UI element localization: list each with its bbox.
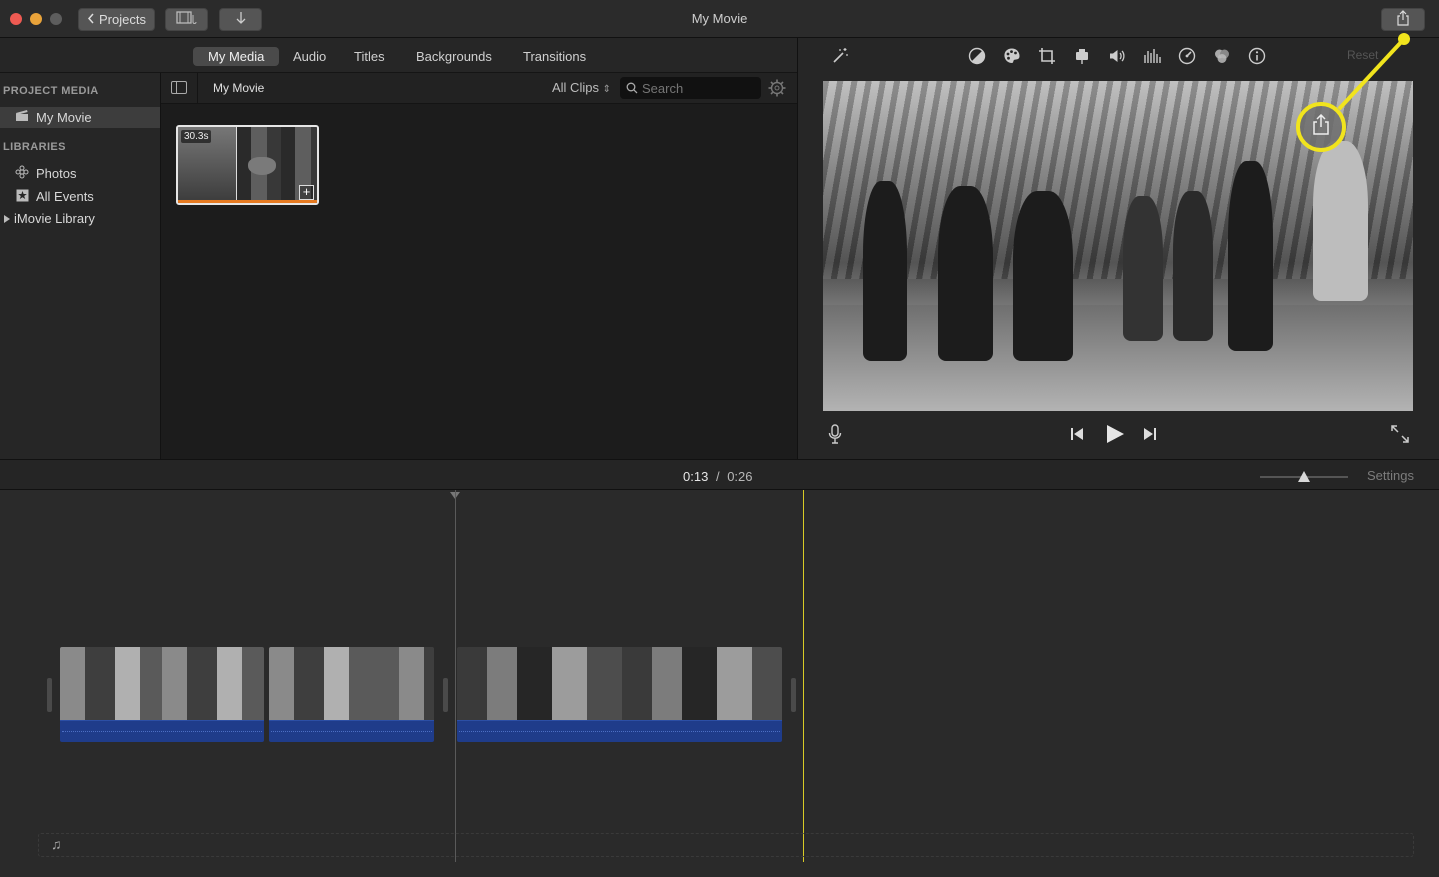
share-button[interactable] bbox=[1381, 8, 1425, 31]
clip-frames bbox=[457, 647, 782, 720]
skip-forward-icon[interactable] bbox=[1143, 427, 1157, 446]
music-note-icon: ♫ bbox=[51, 836, 62, 852]
tab-my-media[interactable]: My Media bbox=[193, 47, 280, 66]
search-field[interactable] bbox=[620, 77, 761, 99]
color-correction-icon[interactable] bbox=[1003, 47, 1021, 65]
clip-trim-handle[interactable] bbox=[47, 678, 52, 712]
search-input[interactable] bbox=[642, 80, 752, 96]
sidebar-item-label: All Events bbox=[36, 189, 94, 204]
clip-filter-dropdown[interactable]: All Clips ⇕ bbox=[552, 80, 611, 95]
video-frame-court bbox=[823, 305, 1413, 411]
clip-filter-label: All Clips bbox=[552, 80, 599, 95]
window-title: My Movie bbox=[691, 11, 748, 26]
library-toolbar: My Movie All Clips ⇕ bbox=[161, 73, 797, 104]
video-figure bbox=[863, 181, 907, 361]
current-time: 0:13 bbox=[683, 469, 709, 484]
clip-audio-waveform bbox=[457, 720, 782, 742]
video-figure bbox=[1013, 191, 1073, 361]
video-figure bbox=[938, 186, 993, 361]
reset-button[interactable]: Reset bbox=[1347, 48, 1378, 62]
tab-audio[interactable]: Audio bbox=[278, 47, 341, 66]
clip-trim-handle[interactable] bbox=[443, 678, 448, 712]
timecode-separator: / bbox=[715, 469, 720, 484]
timecode: 0:13 / 0:26 bbox=[683, 469, 753, 484]
add-to-movie-button[interactable]: + bbox=[299, 185, 314, 200]
star-box-icon bbox=[14, 189, 30, 205]
adjustment-toolbar: Reset bbox=[798, 38, 1439, 73]
clip-audio-waveform bbox=[269, 720, 434, 742]
timeline-clip[interactable] bbox=[269, 647, 434, 742]
gear-icon[interactable] bbox=[768, 79, 786, 97]
clapper-icon bbox=[14, 110, 30, 125]
tab-transitions[interactable]: Transitions bbox=[508, 47, 601, 66]
media-browser-area: 30.3s + bbox=[161, 104, 797, 459]
clip-duration-badge: 30.3s bbox=[181, 130, 212, 143]
clip-trim-handle[interactable] bbox=[791, 678, 796, 712]
timeline-settings-button[interactable]: Settings bbox=[1367, 468, 1414, 483]
sidebar-item-label: Photos bbox=[36, 166, 77, 181]
search-icon bbox=[626, 82, 638, 94]
photos-flower-icon bbox=[14, 165, 30, 182]
timeline-clip[interactable] bbox=[60, 647, 264, 742]
microphone-icon[interactable] bbox=[828, 424, 842, 449]
stabilization-icon[interactable] bbox=[1073, 47, 1091, 65]
video-figure bbox=[1123, 196, 1163, 341]
clip-frames bbox=[60, 647, 264, 720]
timeline-header: 0:13 / 0:26 Settings bbox=[0, 459, 1439, 490]
updown-chevron-icon: ⇕ bbox=[602, 84, 611, 95]
clip-frames bbox=[269, 647, 434, 720]
noise-reduction-icon[interactable] bbox=[1143, 47, 1161, 65]
disclosure-triangle-icon[interactable] bbox=[4, 211, 10, 226]
sidebar-item-label: My Movie bbox=[36, 110, 92, 125]
background-music-well[interactable]: ♫ bbox=[38, 833, 1414, 857]
tab-titles[interactable]: Titles bbox=[339, 47, 400, 66]
timeline-clip[interactable] bbox=[457, 647, 782, 742]
share-highlight-ring[interactable] bbox=[1296, 102, 1346, 152]
video-figure bbox=[1313, 141, 1368, 301]
video-figure bbox=[1173, 191, 1213, 341]
skimmer-line bbox=[455, 490, 456, 862]
libraries-heading: LIBRARIES bbox=[3, 141, 66, 153]
color-balance-icon[interactable] bbox=[968, 47, 986, 65]
tab-backgrounds[interactable]: Backgrounds bbox=[401, 47, 507, 66]
project-media-heading: PROJECT MEDIA bbox=[3, 85, 99, 97]
sidebar-item-all-events[interactable]: All Events bbox=[0, 186, 160, 207]
library-title: My Movie bbox=[213, 81, 265, 95]
libraries-sidebar: PROJECT MEDIA My Movie LIBRARIES Photos … bbox=[0, 73, 161, 459]
browser-tab-bar: My Media Audio Titles Backgrounds Transi… bbox=[0, 38, 797, 73]
speed-icon[interactable] bbox=[1178, 47, 1196, 65]
sidebar-item-label: iMovie Library bbox=[14, 211, 95, 226]
clip-trim-bar bbox=[178, 200, 317, 203]
total-time: 0:26 bbox=[727, 469, 753, 484]
timeline[interactable]: ♫ bbox=[0, 490, 1439, 877]
clip-audio-waveform bbox=[60, 720, 264, 742]
playhead[interactable] bbox=[803, 490, 804, 862]
toolbar-divider bbox=[197, 73, 198, 103]
share-icon bbox=[1312, 113, 1330, 141]
magic-wand-icon[interactable] bbox=[831, 47, 849, 65]
clip-filter-icon[interactable] bbox=[1213, 47, 1231, 65]
fullscreen-icon[interactable] bbox=[1391, 425, 1409, 448]
volume-icon[interactable] bbox=[1108, 47, 1126, 65]
info-icon[interactable] bbox=[1248, 47, 1266, 65]
sidebar-item-my-movie[interactable]: My Movie bbox=[0, 107, 160, 128]
video-figure bbox=[1228, 161, 1273, 351]
viewer-panel: Reset bbox=[797, 38, 1439, 459]
playback-controls bbox=[798, 418, 1439, 458]
sidebar-item-imovie-library[interactable]: iMovie Library bbox=[0, 208, 160, 229]
zoom-slider-knob[interactable] bbox=[1298, 471, 1310, 482]
share-icon bbox=[1396, 10, 1410, 29]
sidebar-toggle-button[interactable] bbox=[171, 81, 187, 94]
sidebar-item-photos[interactable]: Photos bbox=[0, 163, 160, 184]
media-clip[interactable]: 30.3s + bbox=[176, 125, 319, 205]
play-icon[interactable] bbox=[1105, 424, 1125, 449]
title-bar: Projects My Movie bbox=[0, 0, 1439, 38]
skip-back-icon[interactable] bbox=[1070, 427, 1084, 446]
crop-icon[interactable] bbox=[1038, 47, 1056, 65]
